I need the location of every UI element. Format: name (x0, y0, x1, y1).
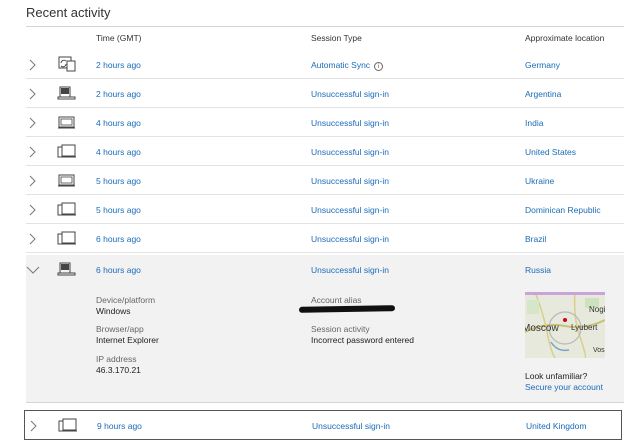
row-time-link[interactable]: 2 hours ago (96, 89, 141, 99)
row-time-link[interactable]: 5 hours ago (96, 176, 141, 186)
map-label-lyubert: Lyubert (571, 323, 598, 332)
row-time-link[interactable]: 4 hours ago (96, 147, 141, 157)
row-location[interactable]: Germany (525, 60, 560, 70)
recent-activity-page: Recent activity Time (GMT) Session Type … (0, 0, 624, 441)
info-icon[interactable]: i (374, 62, 384, 71)
row-location[interactable]: Argentina (525, 89, 561, 99)
row-time-link[interactable]: 6 hours ago (96, 234, 141, 244)
session-activity-label: Session activity (311, 324, 370, 334)
page-title: Recent activity (26, 5, 111, 20)
activity-details-panel: Device/platform Windows Browser/app Inte… (26, 284, 624, 402)
row-location[interactable]: United States (525, 147, 576, 157)
row-time-link[interactable]: 2 hours ago (96, 60, 141, 70)
activity-row[interactable]: 5 hours ago Unsuccessful sign-in Ukraine (26, 166, 624, 195)
row-session-type[interactable]: Unsuccessful sign-in (311, 265, 389, 275)
ip-address-label: IP address (96, 354, 137, 364)
chevron-right-icon[interactable] (27, 419, 41, 433)
session-type-label[interactable]: Automatic Sync (311, 60, 370, 70)
row-time-link[interactable]: 9 hours ago (97, 421, 142, 431)
multi-device-icon (58, 418, 77, 432)
chevron-right-icon[interactable] (26, 116, 40, 130)
chevron-right-icon[interactable] (26, 174, 40, 188)
multi-device-icon (57, 231, 76, 245)
device-platform-label: Device/platform (96, 295, 156, 305)
chevron-right-icon[interactable] (26, 58, 40, 72)
activity-row[interactable]: 9 hours ago Unsuccessful sign-in United … (24, 410, 622, 440)
ip-address-value: 46.3.170.21 (96, 365, 141, 375)
chevron-right-icon[interactable] (26, 87, 40, 101)
row-session-type[interactable]: Unsuccessful sign-in (311, 205, 389, 215)
activity-row[interactable]: 6 hours ago Unsuccessful sign-in Brazil (26, 224, 624, 253)
chevron-down-icon[interactable] (26, 263, 40, 277)
chevron-right-icon[interactable] (26, 203, 40, 217)
row-session-type[interactable]: Unsuccessful sign-in (311, 176, 389, 186)
multi-device-icon (57, 202, 76, 216)
activity-row[interactable]: 4 hours ago Unsuccessful sign-in United … (26, 137, 624, 166)
row-time-link[interactable]: 6 hours ago (96, 265, 141, 275)
session-activity-value: Incorrect password entered (311, 335, 414, 345)
row-session-type[interactable]: Unsuccessful sign-in (311, 147, 389, 157)
activity-row-expanded[interactable]: 6 hours ago Unsuccessful sign-in Russia (26, 255, 624, 284)
map-label-vos: Vos (593, 347, 605, 354)
activity-row[interactable]: 4 hours ago Unsuccessful sign-in India (26, 108, 624, 137)
row-location[interactable]: India (525, 118, 543, 128)
row-session-type[interactable]: Unsuccessful sign-in (312, 421, 390, 431)
row-time-link[interactable]: 4 hours ago (96, 118, 141, 128)
activity-row[interactable]: 2 hours ago Automatic Sync i Germany (26, 50, 624, 79)
activity-row[interactable]: 5 hours ago Unsuccessful sign-in Dominic… (26, 195, 624, 224)
activity-row[interactable]: 2 hours ago Unsuccessful sign-in Argenti… (26, 79, 624, 108)
chevron-right-icon[interactable] (26, 145, 40, 159)
row-session-type[interactable]: Automatic Sync i (311, 60, 384, 71)
browser-app-value: Internet Explorer (96, 335, 159, 345)
row-time-link[interactable]: 5 hours ago (96, 205, 141, 215)
account-alias-redacted (298, 305, 396, 313)
account-alias-label: Account alias (311, 295, 362, 305)
row-location[interactable]: Dominican Republic (525, 205, 601, 215)
browser-app-label: Browser/app (96, 324, 144, 334)
map-label-nogi: Nogi (589, 305, 605, 314)
table-header: Time (GMT) Session Type Approximate loca… (0, 33, 624, 47)
tablet-icon (58, 174, 75, 187)
look-unfamiliar-text: Look unfamiliar? (525, 371, 588, 381)
column-header-location: Approximate location (525, 33, 605, 43)
row-location[interactable]: United Kingdom (526, 421, 586, 431)
secure-account-link[interactable]: Secure your account (525, 382, 603, 392)
title-divider (26, 26, 624, 27)
map-label-moscow: Moscow (525, 323, 559, 334)
device-platform-value: Windows (96, 306, 131, 316)
tablet-icon (58, 116, 75, 129)
location-map[interactable]: Nogi Moscow Lyubert Vos (525, 292, 605, 358)
sync-device-icon (58, 56, 76, 72)
laptop-icon (57, 262, 76, 276)
row-session-type[interactable]: Unsuccessful sign-in (311, 118, 389, 128)
row-location[interactable]: Ukraine (525, 176, 554, 186)
column-header-session-type: Session Type (311, 33, 362, 43)
row-location[interactable]: Russia (525, 265, 551, 275)
column-header-time: Time (GMT) (96, 33, 142, 43)
chevron-right-icon[interactable] (26, 232, 40, 246)
laptop-icon (57, 86, 76, 100)
row-session-type[interactable]: Unsuccessful sign-in (311, 234, 389, 244)
row-session-type[interactable]: Unsuccessful sign-in (311, 89, 389, 99)
multi-device-icon (57, 144, 76, 158)
details-divider (26, 402, 624, 403)
row-location[interactable]: Brazil (525, 234, 546, 244)
